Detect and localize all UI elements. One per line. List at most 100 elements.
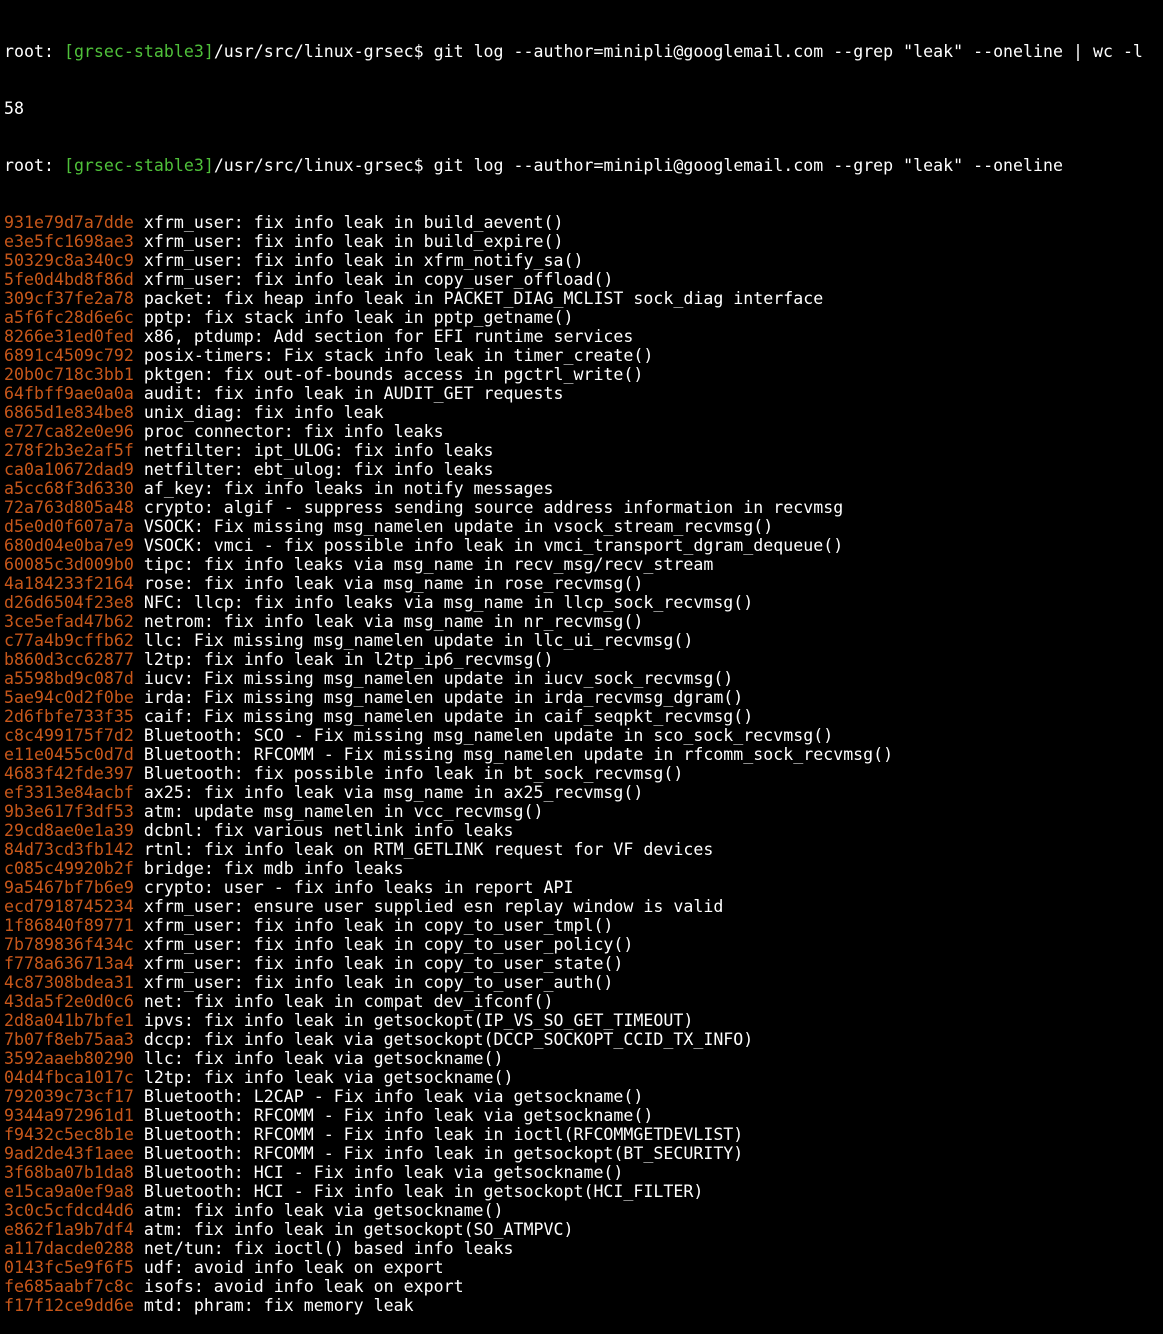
commit-line: ecd7918745234 xfrm_user: ensure user sup… [4,897,1159,916]
commit-message: mtd: phram: fix memory leak [143,1296,414,1315]
commit-line: 9a5467bf7b6e9 crypto: user - fix info le… [4,878,1159,897]
terminal-window[interactable]: root: [grsec-stable3]/usr/src/linux-grse… [4,4,1159,1334]
commit-hash: a5598bd9c087d [4,669,134,688]
commit-line: 6865d1e834be8 unix_diag: fix info leak [4,403,1159,422]
commit-message: VSOCK: vmci - fix possible info leak in … [143,536,844,555]
commit-hash: 9344a972961d1 [4,1106,134,1125]
commit-message: xfrm_user: fix info leak in build_aevent… [143,213,564,232]
commit-message: llc: Fix missing msg_namelen update in l… [143,631,694,650]
commit-message: xfrm_user: fix info leak in copy_user_of… [143,270,614,289]
commit-message: xfrm_user: fix info leak in copy_to_user… [143,954,624,973]
commit-hash: a5f6fc28d6e6c [4,308,134,327]
commit-line: 84d73cd3fb142 rtnl: fix info leak on RTM… [4,840,1159,859]
commit-line: 50329c8a340c9 xfrm_user: fix info leak i… [4,251,1159,270]
commit-line: 3f68ba07b1da8 Bluetooth: HCI - Fix info … [4,1163,1159,1182]
prompt-branch: [grsec-stable3] [63,42,214,61]
commit-line: 60085c3d009b0 tipc: fix info leaks via m… [4,555,1159,574]
commit-line: 9ad2de43f1aee Bluetooth: RFCOMM - Fix in… [4,1144,1159,1163]
commit-hash: 4a184233f2164 [4,574,134,593]
command-line-1: root: [grsec-stable3]/usr/src/linux-grse… [4,42,1159,61]
commit-hash: 2d8a041b7bfe1 [4,1011,134,1030]
commit-line: 5ae94c0d2f0be irda: Fix missing msg_name… [4,688,1159,707]
commit-line: 04d4fbca1017c l2tp: fix info leak via ge… [4,1068,1159,1087]
commit-hash: 792039c73cf17 [4,1087,134,1106]
commit-message: atm: fix info leak via getsockname() [143,1201,504,1220]
commit-line: a5cc68f3d6330 af_key: fix info leaks in … [4,479,1159,498]
commit-message: packet: fix heap info leak in PACKET_DIA… [143,289,824,308]
commit-line: 4683f42fde397 Bluetooth: fix possible in… [4,764,1159,783]
commit-message: netfilter: ebt_ulog: fix info leaks [143,460,494,479]
commit-message: Bluetooth: RFCOMM - Fix info leak in ioc… [143,1125,744,1144]
commit-message: posix-timers: Fix stack info leak in tim… [143,346,654,365]
commit-line: e727ca82e0e96 proc connector: fix info l… [4,422,1159,441]
commit-line: 6891c4509c792 posix-timers: Fix stack in… [4,346,1159,365]
commit-hash: 3ce5efad47b62 [4,612,134,631]
commit-line: c8c499175f7d2 Bluetooth: SCO - Fix missi… [4,726,1159,745]
commit-hash: 84d73cd3fb142 [4,840,134,859]
commit-message: proc connector: fix info leaks [143,422,444,441]
commit-message: Bluetooth: RFCOMM - Fix missing msg_name… [143,745,894,764]
commit-line: 2d6fbfe733f35 caif: Fix missing msg_name… [4,707,1159,726]
commit-line: 3c0c5cfdcd4d6 atm: fix info leak via get… [4,1201,1159,1220]
commit-line: 64fbff9ae0a0a audit: fix info leak in AU… [4,384,1159,403]
commit-message: xfrm_user: fix info leak in copy_to_user… [143,973,614,992]
commit-message: irda: Fix missing msg_namelen update in … [143,688,744,707]
commit-message: net: fix info leak in compat dev_ifconf(… [143,992,554,1011]
commit-hash: 4c87308bdea31 [4,973,134,992]
commit-line: b860d3cc62877 l2tp: fix info leak in l2t… [4,650,1159,669]
commit-hash: f9432c5ec8b1e [4,1125,134,1144]
commit-line: f17f12ce9dd6e mtd: phram: fix memory lea… [4,1296,1159,1315]
command-text: git log --author=minipli@googlemail.com … [433,156,1063,175]
commit-line: a117dacde0288 net/tun: fix ioctl() based… [4,1239,1159,1258]
commit-message: isofs: avoid info leak on export [143,1277,464,1296]
commit-message: l2tp: fix info leak via getsockname() [143,1068,514,1087]
commit-hash: 43da5f2e0d0c6 [4,992,134,1011]
commit-hash: 9a5467bf7b6e9 [4,878,134,897]
commit-line: f778a636713a4 xfrm_user: fix info leak i… [4,954,1159,973]
commit-hash: 60085c3d009b0 [4,555,134,574]
commit-message: VSOCK: Fix missing msg_namelen update in… [143,517,774,536]
commit-hash: 6865d1e834be8 [4,403,134,422]
command-text: git log --author=minipli@googlemail.com … [433,42,1143,61]
commit-hash: 5fe0d4bd8f86d [4,270,134,289]
commit-hash: 3f68ba07b1da8 [4,1163,134,1182]
commit-line: 1f86840f89771 xfrm_user: fix info leak i… [4,916,1159,935]
commit-line: e3e5fc1698ae3 xfrm_user: fix info leak i… [4,232,1159,251]
commit-message: udf: avoid info leak on export [143,1258,444,1277]
commit-line: 20b0c718c3bb1 pktgen: fix out-of-bounds … [4,365,1159,384]
commit-message: dcbnl: fix various netlink info leaks [143,821,514,840]
commit-list: 931e79d7a7dde xfrm_user: fix info leak i… [4,213,1159,1315]
commit-line: ca0a10672dad9 netfilter: ebt_ulog: fix i… [4,460,1159,479]
commit-line: e15ca9a0ef9a8 Bluetooth: HCI - Fix info … [4,1182,1159,1201]
commit-line: 4a184233f2164 rose: fix info leak via ms… [4,574,1159,593]
commit-message: l2tp: fix info leak in l2tp_ip6_recvmsg(… [143,650,554,669]
commit-hash: 50329c8a340c9 [4,251,134,270]
commit-message: xfrm_user: fix info leak in copy_to_user… [143,916,614,935]
commit-line: d26d6504f23e8 NFC: llcp: fix info leaks … [4,593,1159,612]
prompt-user: root: [4,42,64,61]
command-line-2: root: [grsec-stable3]/usr/src/linux-grse… [4,156,1159,175]
commit-message: xfrm_user: fix info leak in xfrm_notify_… [143,251,584,270]
commit-line: 0143fc5e9f6f5 udf: avoid info leak on ex… [4,1258,1159,1277]
commit-message: Bluetooth: HCI - Fix info leak via getso… [143,1163,624,1182]
commit-line: 72a763d805a48 crypto: algif - suppress s… [4,498,1159,517]
commit-message: caif: Fix missing msg_namelen update in … [143,707,754,726]
commit-hash: 3592aaeb80290 [4,1049,134,1068]
commit-hash: 9b3e617f3df53 [4,802,134,821]
commit-hash: 7b07f8eb75aa3 [4,1030,134,1049]
commit-hash: a117dacde0288 [4,1239,134,1258]
commit-line: 680d04e0ba7e9 VSOCK: vmci - fix possible… [4,536,1159,555]
commit-hash: 9ad2de43f1aee [4,1144,134,1163]
commit-hash: 6891c4509c792 [4,346,134,365]
commit-message: ipvs: fix info leak in getsockopt(IP_VS_… [143,1011,694,1030]
commit-line: d5e0d0f607a7a VSOCK: Fix missing msg_nam… [4,517,1159,536]
commit-line: 931e79d7a7dde xfrm_user: fix info leak i… [4,213,1159,232]
commit-message: pptp: fix stack info leak in pptp_getnam… [143,308,574,327]
commit-hash: 3c0c5cfdcd4d6 [4,1201,134,1220]
commit-hash: c085c49920b2f [4,859,134,878]
prompt-branch: [grsec-stable3] [63,156,214,175]
commit-line: f9432c5ec8b1e Bluetooth: RFCOMM - Fix in… [4,1125,1159,1144]
commit-hash: 5ae94c0d2f0be [4,688,134,707]
commit-line: c77a4b9cffb62 llc: Fix missing msg_namel… [4,631,1159,650]
commit-hash: e862f1a9b7df4 [4,1220,134,1239]
